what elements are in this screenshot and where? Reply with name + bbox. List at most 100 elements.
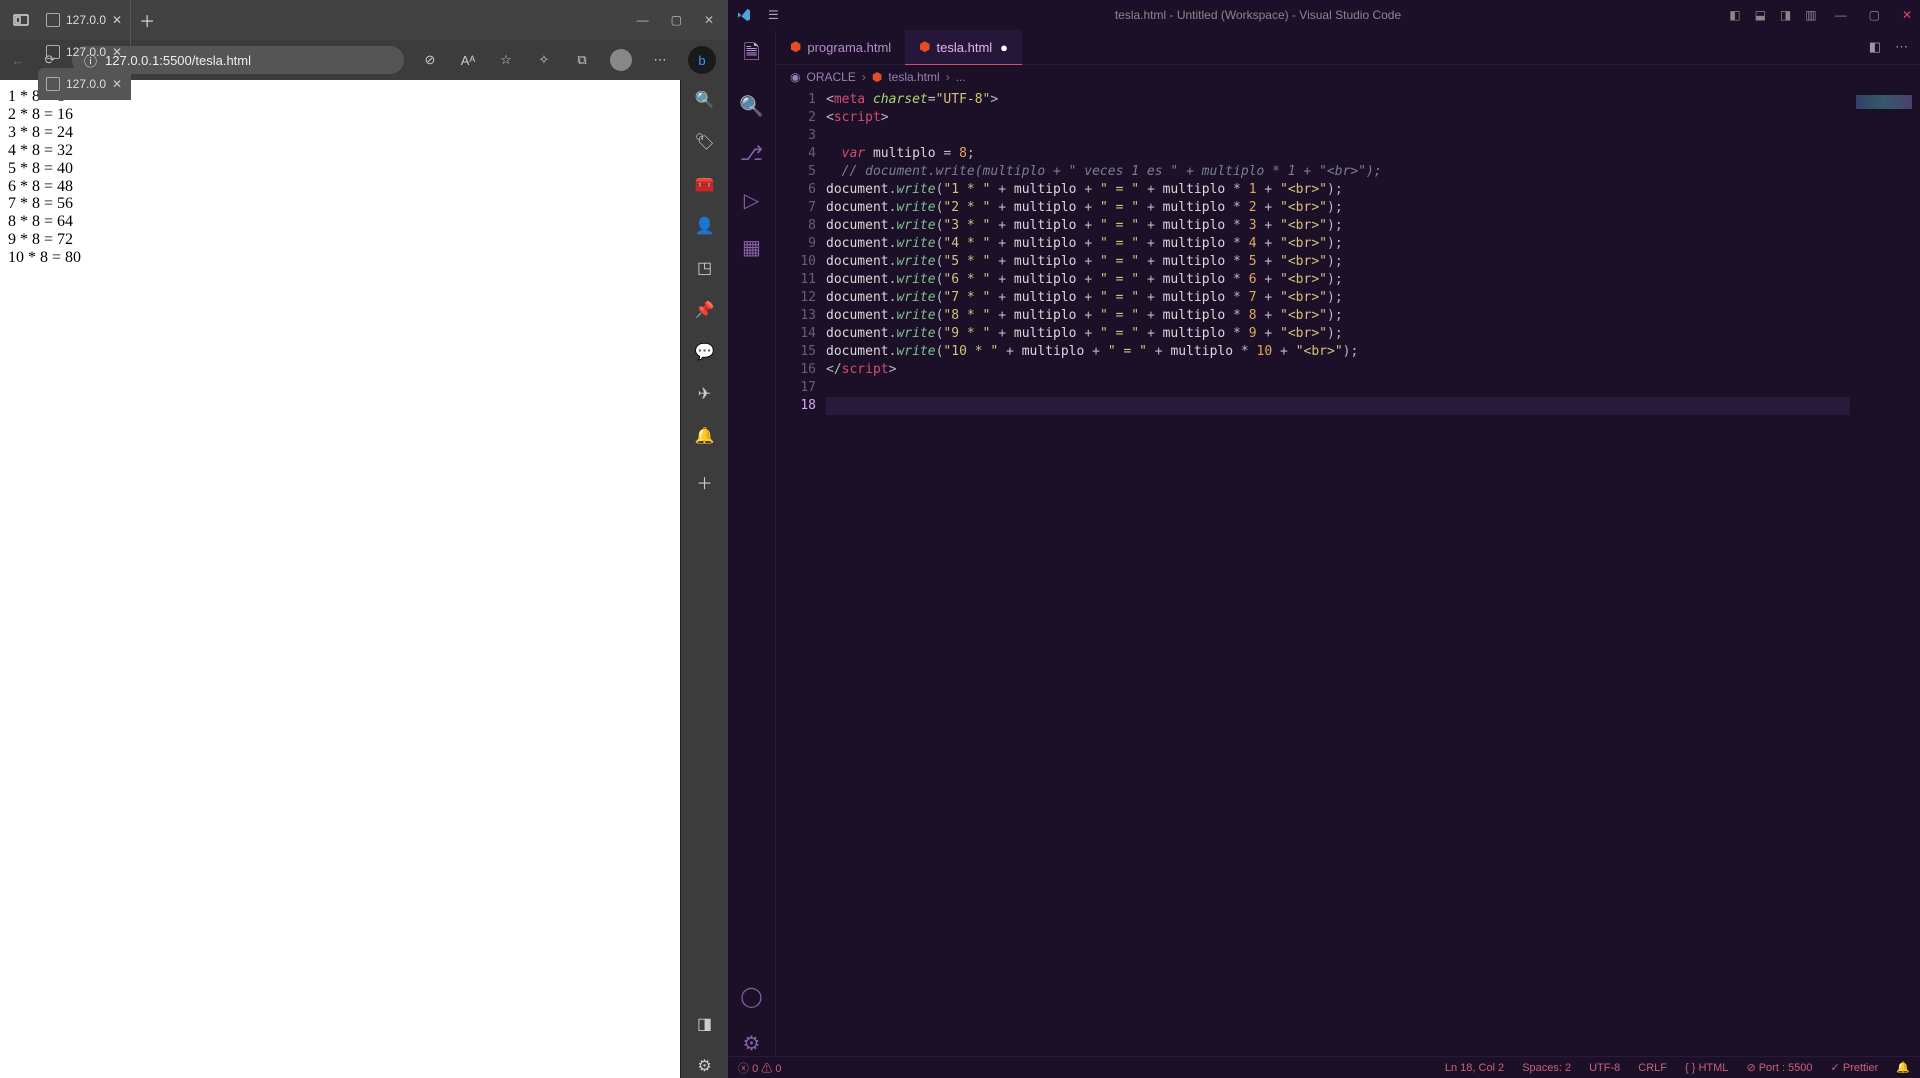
- explorer-icon[interactable]: 🗎: [743, 38, 759, 72]
- settings-gear-icon[interactable]: ⚙: [743, 1031, 761, 1056]
- code-line[interactable]: <script>: [826, 109, 1850, 127]
- favorite-icon[interactable]: ☆: [496, 50, 516, 70]
- minimize-button[interactable]: —: [637, 13, 649, 27]
- browser-tab[interactable]: 127.0.0✕: [38, 36, 131, 68]
- chat-icon[interactable]: 💬: [693, 340, 717, 364]
- status-ln-col[interactable]: Ln 18, Col 2: [1445, 1062, 1504, 1074]
- bell-icon[interactable]: 🔔: [693, 424, 717, 448]
- code-line[interactable]: document.write("3 * " + multiplo + " = "…: [826, 217, 1850, 235]
- code-line[interactable]: <meta charset="UTF-8">: [826, 91, 1850, 109]
- read-aloud-icon[interactable]: Aᴬ: [458, 50, 478, 70]
- layout-customize-icon[interactable]: ▥: [1805, 8, 1816, 22]
- line-number[interactable]: 8: [776, 217, 816, 235]
- vscode-maximize-button[interactable]: ▢: [1869, 8, 1880, 22]
- line-number[interactable]: 5: [776, 163, 816, 181]
- split-editor-icon[interactable]: ◧: [1869, 39, 1881, 55]
- favorites-bar-icon[interactable]: ✧: [534, 50, 554, 70]
- send-icon[interactable]: ✈: [693, 382, 717, 406]
- cube-icon[interactable]: ◳: [693, 256, 717, 280]
- more-actions-icon[interactable]: ⋯: [1895, 39, 1908, 55]
- code-line[interactable]: // document.write(multiplo + " veces 1 e…: [826, 163, 1850, 181]
- line-number[interactable]: 3: [776, 127, 816, 145]
- sidebar-add-icon[interactable]: ＋: [693, 470, 717, 494]
- vscode-minimize-button[interactable]: —: [1835, 8, 1847, 22]
- close-tab-icon[interactable]: ✕: [112, 45, 122, 59]
- maximize-button[interactable]: ▢: [671, 13, 682, 27]
- back-button[interactable]: ←: [8, 50, 28, 70]
- pin-icon[interactable]: 📌: [693, 298, 717, 322]
- vscode-close-button[interactable]: ✕: [1902, 8, 1912, 22]
- line-number[interactable]: 15: [776, 343, 816, 361]
- extensions-icon[interactable]: ▦: [742, 235, 761, 260]
- breadcrumb-symbol[interactable]: ...: [956, 70, 966, 84]
- status-indent[interactable]: Spaces: 2: [1522, 1062, 1571, 1074]
- browser-tab[interactable]: 127.0.0✕: [38, 68, 131, 100]
- more-icon[interactable]: ⋯: [650, 50, 670, 70]
- code-line[interactable]: document.write("4 * " + multiplo + " = "…: [826, 235, 1850, 253]
- close-tab-icon[interactable]: ✕: [112, 13, 122, 27]
- layout-right-icon[interactable]: ◨: [1780, 8, 1791, 22]
- bing-icon[interactable]: b: [688, 46, 716, 74]
- sidebar-settings-icon[interactable]: ⚙: [693, 1054, 717, 1078]
- line-number[interactable]: 18: [776, 397, 816, 415]
- line-number[interactable]: 6: [776, 181, 816, 199]
- code-line[interactable]: [826, 379, 1850, 397]
- status-live-server[interactable]: ⊘ Port : 5500: [1746, 1061, 1812, 1074]
- code-line[interactable]: [826, 127, 1850, 145]
- shopping-icon[interactable]: ⊘: [420, 50, 440, 70]
- sidebar-collapse-icon[interactable]: ◨: [693, 1012, 717, 1036]
- editor-tab[interactable]: ⬢tesla.html●: [905, 30, 1022, 65]
- line-number[interactable]: 9: [776, 235, 816, 253]
- line-number[interactable]: 2: [776, 109, 816, 127]
- status-language[interactable]: { } HTML: [1685, 1062, 1728, 1074]
- search-icon[interactable]: 🔍: [739, 94, 764, 119]
- tag-icon[interactable]: 🏷: [693, 130, 717, 154]
- code-line[interactable]: document.write("9 * " + multiplo + " = "…: [826, 325, 1850, 343]
- line-number[interactable]: 10: [776, 253, 816, 271]
- line-number[interactable]: 14: [776, 325, 816, 343]
- layout-bottom-icon[interactable]: ⬓: [1755, 8, 1766, 22]
- code-line[interactable]: document.write("1 * " + multiplo + " = "…: [826, 181, 1850, 199]
- line-number[interactable]: 17: [776, 379, 816, 397]
- profile-icon[interactable]: [610, 49, 632, 71]
- person-icon[interactable]: 👤: [693, 214, 717, 238]
- briefcase-icon[interactable]: 🧰: [693, 172, 717, 196]
- close-window-button[interactable]: ✕: [704, 13, 714, 27]
- collections-icon[interactable]: ⧉: [572, 50, 592, 70]
- code-line[interactable]: </script>: [826, 361, 1850, 379]
- status-prettier[interactable]: ✓ Prettier: [1831, 1061, 1879, 1074]
- breadcrumb[interactable]: ◉ ORACLE › ⬢ tesla.html › ...: [776, 65, 1920, 89]
- status-encoding[interactable]: UTF-8: [1589, 1062, 1620, 1074]
- source-control-icon[interactable]: ⎇: [740, 141, 763, 166]
- code-editor[interactable]: <meta charset="UTF-8"><script> var multi…: [826, 89, 1850, 1056]
- tab-overview-icon[interactable]: [4, 3, 38, 37]
- line-number[interactable]: 7: [776, 199, 816, 217]
- line-number[interactable]: 16: [776, 361, 816, 379]
- status-notifications-icon[interactable]: 🔔: [1896, 1061, 1910, 1074]
- breadcrumb-root[interactable]: ORACLE: [806, 70, 855, 84]
- code-line[interactable]: document.write("6 * " + multiplo + " = "…: [826, 271, 1850, 289]
- code-line[interactable]: document.write("10 * " + multiplo + " = …: [826, 343, 1850, 361]
- code-line[interactable]: var multiplo = 8;: [826, 145, 1850, 163]
- code-line[interactable]: document.write("8 * " + multiplo + " = "…: [826, 307, 1850, 325]
- accounts-icon[interactable]: ◯: [740, 984, 762, 1009]
- run-debug-icon[interactable]: ▷: [744, 188, 759, 213]
- line-number[interactable]: 12: [776, 289, 816, 307]
- line-number[interactable]: 4: [776, 145, 816, 163]
- status-eol[interactable]: CRLF: [1638, 1062, 1667, 1074]
- editor-tab[interactable]: ⬢programa.html: [776, 30, 905, 65]
- close-tab-icon[interactable]: ✕: [112, 77, 122, 91]
- code-line[interactable]: document.write("2 * " + multiplo + " = "…: [826, 199, 1850, 217]
- search-icon[interactable]: 🔍: [693, 88, 717, 112]
- app-menu-button[interactable]: ☰: [760, 8, 787, 22]
- minimap[interactable]: [1850, 89, 1920, 1056]
- code-line[interactable]: [826, 397, 1850, 415]
- breadcrumb-file[interactable]: tesla.html: [888, 70, 939, 84]
- new-tab-button[interactable]: ＋: [131, 8, 163, 32]
- line-number[interactable]: 1: [776, 91, 816, 109]
- line-number[interactable]: 13: [776, 307, 816, 325]
- line-number[interactable]: 11: [776, 271, 816, 289]
- layout-left-icon[interactable]: ◧: [1729, 8, 1740, 22]
- code-line[interactable]: document.write("7 * " + multiplo + " = "…: [826, 289, 1850, 307]
- status-errors[interactable]: ⓧ 0 ⚠ 0: [738, 1060, 781, 1076]
